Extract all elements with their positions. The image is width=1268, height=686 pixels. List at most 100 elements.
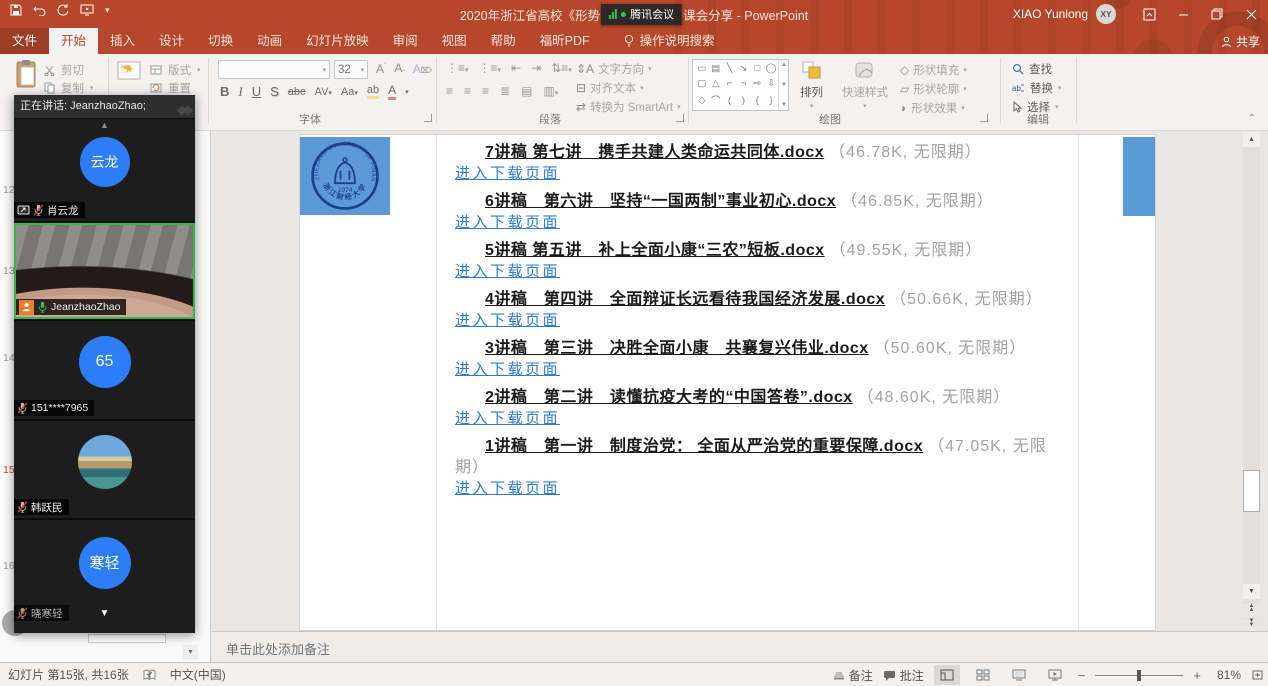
underline-button[interactable]: U	[252, 84, 261, 99]
change-case-button[interactable]: Aa▾	[341, 86, 358, 98]
zoom-in-icon[interactable]: +	[1193, 668, 1201, 683]
zoom-slider-thumb[interactable]	[1137, 670, 1141, 681]
participant-tile[interactable]: 65 151****7965	[14, 321, 195, 419]
doc-title-link[interactable]: 2讲稿 第二讲 读懂抗疫大考的“中国答卷”.docx	[485, 389, 853, 406]
decrease-indent-icon[interactable]: ⇤	[511, 61, 521, 75]
arrange-button[interactable]: 排列 ▾	[800, 60, 823, 110]
tab-foxit-pdf[interactable]: 福昕PDF	[528, 28, 602, 54]
tencent-meeting-badge[interactable]: 腾讯会议	[601, 4, 682, 25]
shape-outline-button[interactable]: 形状轮廓	[913, 81, 959, 97]
slide-counter[interactable]: 幻灯片 第15张, 共16张	[8, 666, 129, 683]
zoom-level[interactable]: 81%	[1211, 668, 1241, 682]
doc-title-link[interactable]: 4讲稿 第四讲 全面辩证长远看待我国经济发展.docx	[485, 291, 885, 308]
participant-tile[interactable]: 韩跃民	[14, 421, 195, 518]
account-avatar[interactable]: XY	[1096, 4, 1116, 24]
bullets-icon[interactable]: ⋮≡▾	[446, 61, 469, 75]
tab-home[interactable]: 开始	[49, 28, 98, 54]
scroll-up-icon[interactable]: ▲	[1243, 132, 1260, 147]
close-button[interactable]	[1234, 0, 1268, 28]
download-page-link[interactable]: 进入下载页面	[455, 408, 560, 429]
zoom-slider[interactable]	[1095, 675, 1183, 676]
tab-review[interactable]: 审阅	[381, 28, 430, 54]
quick-styles-button[interactable]: 快速样式 ▾	[842, 60, 888, 110]
copy-button[interactable]: 复制 ▾	[44, 80, 94, 96]
download-page-link[interactable]: 进入下载页面	[455, 163, 560, 184]
font-dialog-launcher[interactable]	[424, 114, 432, 122]
undo-icon[interactable]	[33, 5, 46, 16]
vertical-scrollbar[interactable]: ▲ ▼ ▲▲ ▼▼	[1243, 132, 1260, 630]
doc-title-link[interactable]: 6讲稿 第六讲 坚持“一国两制”事业初心.docx	[485, 193, 836, 210]
tab-file[interactable]: 文件	[0, 28, 49, 54]
tab-design[interactable]: 设计	[147, 28, 196, 54]
download-page-link[interactable]: 进入下载页面	[455, 478, 560, 499]
tencent-meeting-panel[interactable]: 正在讲话: JeanzhaoZhao; ◆◆ ▲ 云龙 肖云龙 Jeanzhao…	[14, 95, 195, 633]
tab-insert[interactable]: 插入	[98, 28, 147, 54]
distribute-icon[interactable]: ▤	[521, 84, 532, 98]
layout-button[interactable]: 版式▾	[150, 62, 201, 78]
tab-help[interactable]: 帮助	[479, 28, 528, 54]
align-left-icon[interactable]: ≡	[446, 84, 453, 98]
strikethrough-button[interactable]: abc	[288, 86, 306, 98]
share-button[interactable]: 共享	[1221, 33, 1260, 50]
participant-tile-video[interactable]: JeanzhaoZhao	[14, 223, 195, 319]
align-text-button[interactable]: 对齐文本	[590, 80, 636, 96]
slide-canvas[interactable]: ZHEJIANG UNIVERSITY OF FINANCE & ECONOMI…	[300, 135, 1155, 630]
notes-placeholder[interactable]: 单击此处添加备注	[226, 639, 1268, 658]
shrink-font-icon[interactable]: Aˇ	[394, 61, 404, 77]
convert-smartart-button[interactable]: 转换为 SmartArt	[590, 99, 673, 115]
character-spacing-button[interactable]: AV▾	[315, 86, 332, 98]
replace-button[interactable]: 替换	[1030, 80, 1053, 96]
download-page-link[interactable]: 进入下载页面	[455, 310, 560, 331]
participant-tile[interactable]: ▲ 云龙 肖云龙	[14, 119, 195, 221]
doc-title-link[interactable]: 1讲稿 第一讲 制度治党： 全面从严治党的重要保障.docx	[485, 438, 923, 455]
text-direction-button[interactable]: 文字方向	[598, 61, 644, 77]
find-button[interactable]: 查找	[1029, 61, 1052, 77]
minimize-button[interactable]	[1166, 0, 1200, 28]
justify-icon[interactable]: ≣	[500, 84, 510, 98]
notes-toggle[interactable]: 备注	[833, 667, 873, 684]
collapse-ribbon-icon[interactable]: ⌃	[1248, 113, 1256, 124]
slideshow-view-button[interactable]	[1042, 665, 1068, 685]
paste-button[interactable]	[14, 59, 38, 89]
shape-effects-button[interactable]: 形状效果	[911, 100, 957, 116]
account-name[interactable]: XIAO Yunlong	[1013, 7, 1088, 21]
download-page-link[interactable]: 进入下载页面	[455, 261, 560, 282]
scrollbar-thumb[interactable]	[1243, 470, 1260, 512]
save-icon[interactable]	[10, 4, 22, 16]
language-indicator[interactable]: 中文(中国)	[170, 666, 226, 683]
reading-view-button[interactable]	[1006, 665, 1032, 685]
grow-font-icon[interactable]: Aˆ	[376, 62, 386, 76]
increase-indent-icon[interactable]: ⇥	[531, 61, 541, 75]
doc-title-link[interactable]: 7讲稿 第七讲 携手共建人类命运共同体.docx	[485, 144, 824, 161]
ribbon-display-options-icon[interactable]	[1132, 0, 1166, 28]
tab-slideshow[interactable]: 幻灯片放映	[294, 28, 381, 54]
fit-to-window-icon[interactable]	[1251, 669, 1264, 681]
shape-fill-button[interactable]: 形状填充	[913, 62, 959, 78]
previous-slide-button[interactable]: ▲▲	[1243, 604, 1260, 618]
drawing-dialog-launcher[interactable]	[980, 114, 988, 122]
participants-scroll-up-icon[interactable]: ▲	[100, 120, 109, 130]
columns-icon[interactable]: ▥▾	[543, 84, 558, 98]
paragraph-dialog-launcher[interactable]	[676, 114, 684, 122]
tab-transitions[interactable]: 切换	[196, 28, 245, 54]
doc-title-link[interactable]: 5讲稿 第五讲 补上全面小康“三农”短板.docx	[485, 242, 825, 259]
clear-formatting-icon[interactable]: A⌦	[413, 62, 432, 76]
start-slideshow-icon[interactable]	[80, 4, 94, 16]
zoom-out-icon[interactable]: −	[1078, 668, 1086, 683]
new-slide-button[interactable]	[116, 59, 144, 89]
numbering-icon[interactable]: ⋮≡▾	[479, 61, 502, 75]
italic-button[interactable]: I	[238, 84, 242, 100]
notes-pane[interactable]: 单击此处添加备注	[212, 631, 1268, 662]
shapes-gallery[interactable]: ▭▤╲↘□◯ ▢△⌐¬⇨⇩ ◇⌒(){}	[692, 59, 789, 111]
slide-thumbnail[interactable]	[88, 634, 166, 643]
download-page-link[interactable]: 进入下载页面	[455, 212, 560, 233]
reset-button[interactable]: 重置	[150, 80, 191, 96]
font-color-button[interactable]: A	[388, 83, 396, 100]
customize-quick-access-icon[interactable]: ▾	[105, 5, 110, 16]
text-shadow-button[interactable]: S	[270, 84, 279, 99]
normal-view-button[interactable]	[934, 665, 960, 685]
align-center-icon[interactable]: ≡	[464, 84, 471, 98]
font-size-combo[interactable]: 32▾	[334, 60, 368, 79]
shapes-gallery-scrollbar[interactable]: ▲▼▼	[778, 60, 789, 110]
redo-icon[interactable]	[57, 4, 69, 16]
